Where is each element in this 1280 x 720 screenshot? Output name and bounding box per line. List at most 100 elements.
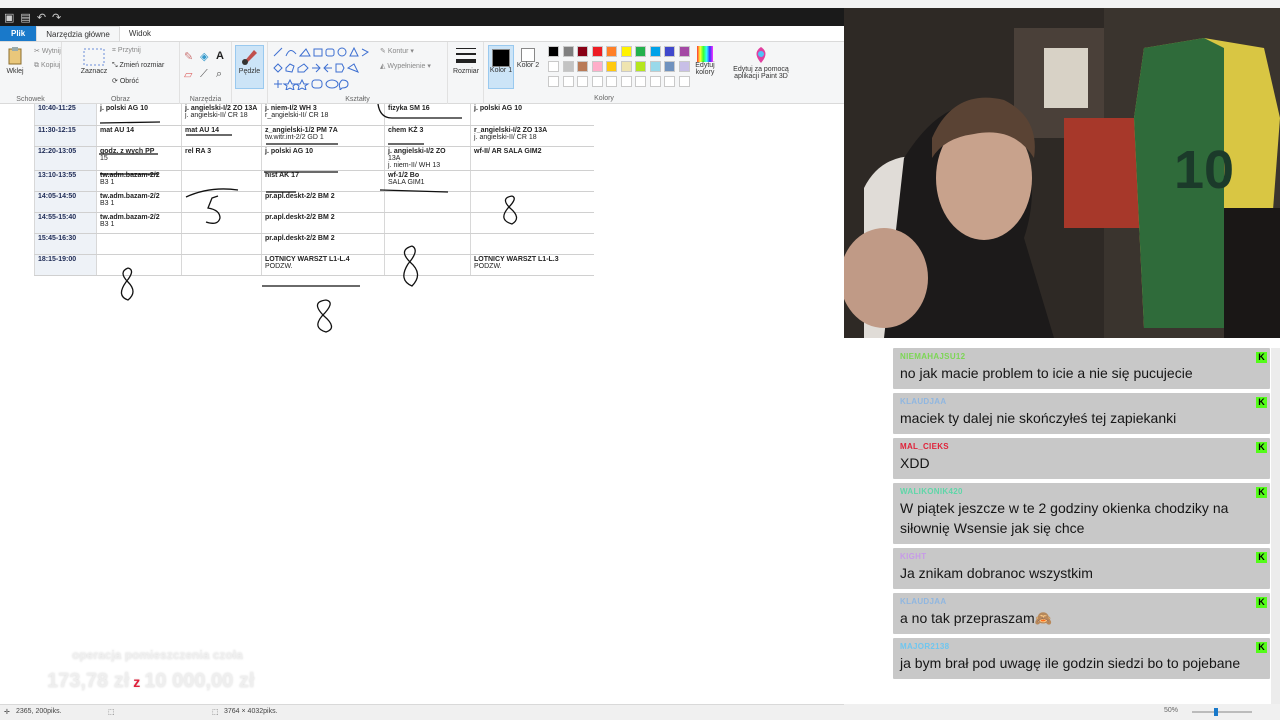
rotate-button[interactable]: ⟳ Obróć: [112, 77, 139, 85]
chat-username: KLAUDJAA: [900, 597, 947, 606]
chat-overlay: NIEMAHAJSU12 no jak macie problem to icie…: [893, 348, 1270, 683]
color2-button[interactable]: Kolor 2: [516, 48, 540, 69]
handwritten-digit-8-a: [503, 195, 518, 225]
view-tab[interactable]: Widok: [120, 26, 160, 41]
shapes-gallery-icon[interactable]: [272, 46, 372, 90]
palette-custom-swatch[interactable]: [664, 76, 675, 87]
paint-ribbon: Wklej ✂ Wytnij ⧉ Kopiuj Schowek Zaznacz …: [0, 42, 844, 104]
handwritten-annotations: [99, 104, 518, 333]
palette-custom-swatch[interactable]: [562, 76, 574, 87]
pencil-icon[interactable]: ✎: [184, 50, 193, 63]
chat-username: MAL_CIEKS: [900, 442, 949, 451]
paint3d-button[interactable]: Edytuj za pomocą aplikacji Paint 3D: [724, 46, 798, 80]
zoom-slider[interactable]: [1192, 708, 1252, 716]
palette-custom-swatch[interactable]: [635, 76, 646, 87]
donation-goal-label: operacja pomieszczenia czoła: [72, 648, 243, 662]
palette-swatch[interactable]: [678, 61, 690, 72]
zoom-slider-thumb[interactable]: [1214, 708, 1218, 716]
palette-swatch[interactable]: [664, 61, 675, 72]
select-button[interactable]: Zaznacz: [80, 48, 108, 75]
palette-swatch[interactable]: [577, 61, 588, 72]
brush-icon: [241, 50, 257, 65]
palette-swatch[interactable]: [562, 61, 574, 72]
chat-username: KLAUDJAA: [900, 397, 947, 406]
clipboard-group-label: Schowek: [16, 96, 45, 103]
palette-swatch[interactable]: [606, 61, 617, 72]
color1-button[interactable]: Kolor 1: [488, 45, 514, 89]
chat-scrollbar[interactable]: [1271, 348, 1280, 704]
image-group: Zaznacz ⌗ Przytnij ⤡ Zmień rozmiar ⟳ Obr…: [62, 42, 180, 104]
line-size-icon: [456, 48, 476, 63]
palette-custom-swatch[interactable]: [591, 76, 603, 87]
kick-platform-icon: K: [1256, 352, 1267, 363]
color-picker-icon[interactable]: ⟋: [200, 68, 208, 81]
cut-button[interactable]: ✂ Wytnij: [34, 47, 61, 55]
crop-button[interactable]: ⌗ Przytnij: [112, 47, 141, 55]
brushes-button[interactable]: Pędzle: [235, 45, 264, 89]
palette-custom-swatch[interactable]: [620, 76, 632, 87]
palette-swatch[interactable]: [548, 46, 559, 57]
kick-platform-icon: K: [1256, 597, 1267, 608]
chat-text: Ja znikam dobranoc wszystkim: [900, 565, 1093, 581]
palette-swatch[interactable]: [577, 46, 588, 57]
palette-swatch[interactable]: [548, 61, 559, 72]
brushes-label: Pędzle: [238, 68, 261, 75]
palette-swatch[interactable]: [635, 61, 646, 72]
chat-message: KLAUDJAA a no tak przepraszam🙈 K: [893, 593, 1270, 634]
color2-label: Kolor 2: [516, 62, 540, 69]
palette-custom-swatch[interactable]: [678, 76, 690, 87]
underline-mark: [99, 121, 161, 124]
palette-swatch[interactable]: [591, 61, 603, 72]
magnifier-icon[interactable]: ⌕: [216, 68, 222, 81]
paint-menubar: Plik Narzędzia główne Widok: [0, 26, 844, 42]
undo-icon[interactable]: ↶: [37, 11, 46, 24]
outline-dropdown[interactable]: ✎ Kontur ▾: [380, 47, 414, 55]
palette-custom-swatch[interactable]: [649, 76, 661, 87]
shapes-group-label: Kształty: [345, 96, 370, 103]
chat-username: WALIKONIK420: [900, 487, 963, 496]
redo-icon[interactable]: ↷: [52, 11, 61, 24]
palette-custom-swatch[interactable]: [606, 76, 617, 87]
zoom-level: 50%: [1164, 707, 1179, 714]
palette-swatch[interactable]: [620, 61, 632, 72]
text-tool-icon[interactable]: A: [216, 50, 224, 62]
palette-swatch[interactable]: [591, 46, 603, 57]
rotate-icon: ⟳: [112, 78, 120, 85]
save-icon[interactable]: ▤: [20, 11, 30, 24]
chat-text: ja bym brał pod uwagę ile godzin siedzi …: [900, 655, 1241, 671]
chat-text: XDD: [900, 455, 930, 471]
paste-button[interactable]: Wklej: [4, 46, 26, 75]
palette-swatch[interactable]: [620, 46, 632, 57]
fill-dropdown[interactable]: ◭ Wypełnienie ▾: [380, 62, 431, 70]
palette-swatch[interactable]: [678, 46, 690, 57]
palette-swatch[interactable]: [562, 46, 574, 57]
color1-swatch: [492, 49, 510, 67]
eraser-icon[interactable]: ▱: [184, 68, 192, 81]
palette-custom-swatch[interactable]: [577, 76, 588, 87]
palette-custom-swatch[interactable]: [548, 76, 559, 87]
size-button[interactable]: Rozmiar: [451, 46, 481, 75]
copy-label: Kopiuj: [40, 62, 61, 69]
kick-platform-icon: K: [1256, 552, 1267, 563]
home-tab[interactable]: Narzędzia główne: [36, 26, 120, 41]
copy-button[interactable]: ⧉ Kopiuj: [34, 62, 60, 70]
palette-swatch[interactable]: [649, 46, 661, 57]
crop-label: Przytnij: [117, 47, 141, 54]
edit-colors-button[interactable]: Edytuj kolory: [691, 46, 719, 76]
donation-goal: 10 000,00 zł: [144, 670, 255, 692]
chat-message: WALIKONIK420 W piątek jeszcze w te 2 godz…: [893, 483, 1270, 544]
resize-button[interactable]: ⤡ Zmień rozmiar: [112, 62, 164, 70]
clipboard-group: Wklej ✂ Wytnij ⧉ Kopiuj Schowek: [0, 42, 62, 104]
size-label: Rozmiar: [452, 68, 480, 75]
palette-swatch[interactable]: [649, 61, 661, 72]
file-tab[interactable]: Plik: [0, 26, 37, 41]
paint-canvas[interactable]: 10:40-11:25 j. polski AG 10 j. angielski-I…: [0, 104, 844, 704]
palette-swatch[interactable]: [635, 46, 646, 57]
cut-icon: ✂: [34, 48, 42, 55]
palette-swatch[interactable]: [664, 46, 675, 57]
palette-swatch[interactable]: [606, 46, 617, 57]
paint-app-icon[interactable]: ▣: [4, 11, 14, 24]
paste-label: Wklej: [6, 68, 24, 75]
kick-platform-icon: K: [1256, 442, 1267, 453]
fill-bucket-icon[interactable]: ◈: [200, 50, 208, 63]
